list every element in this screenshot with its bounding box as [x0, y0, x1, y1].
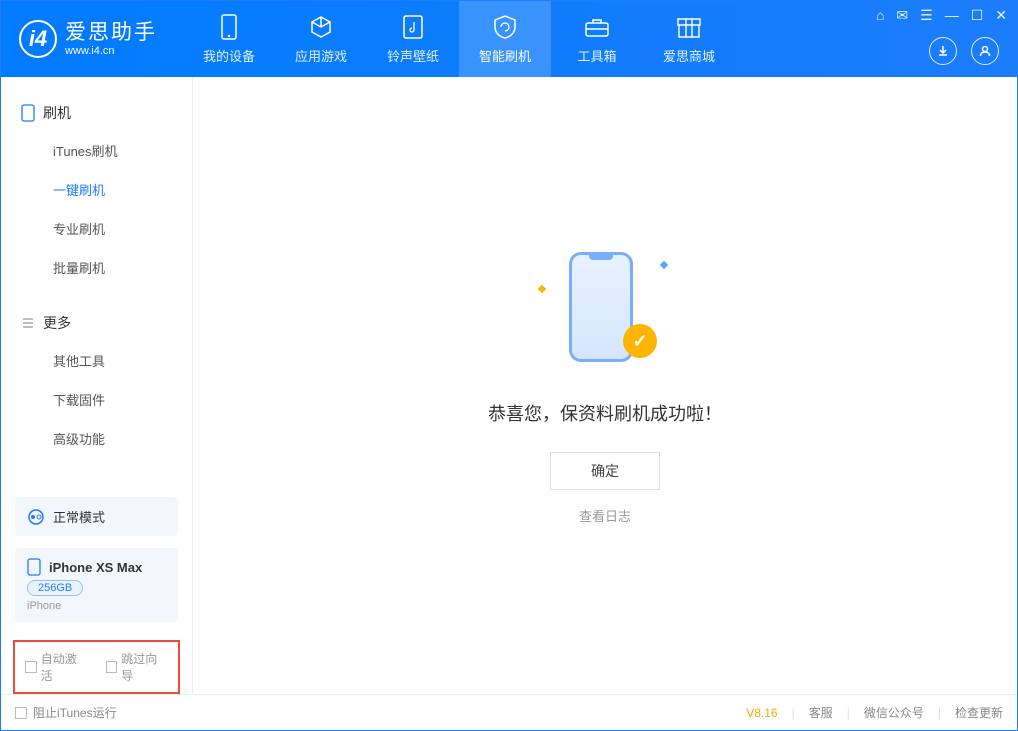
device-capacity: 256GB [27, 580, 83, 596]
sidebar-item-advanced[interactable]: 高级功能 [1, 419, 192, 458]
maximize-button[interactable]: ☐ [971, 7, 984, 24]
nav-ringtones[interactable]: 铃声壁纸 [367, 1, 459, 77]
device-icon [216, 14, 242, 40]
success-illustration: ✓ [545, 246, 665, 376]
app-header: i4 爱思助手 www.i4.cn 我的设备 应用游戏 铃声壁纸 智能刷机 工具… [1, 1, 1017, 77]
sidebar-section-flash: 刷机 [1, 95, 192, 131]
skip-guide-checkbox[interactable]: 跳过向导 [106, 650, 169, 684]
mode-status-card[interactable]: 正常模式 [15, 497, 178, 536]
success-message: 恭喜您，保资料刷机成功啦！ [488, 400, 722, 426]
block-itunes-checkbox[interactable]: 阻止iTunes运行 [15, 704, 117, 721]
phone-icon [21, 104, 35, 122]
top-nav: 我的设备 应用游戏 铃声壁纸 智能刷机 工具箱 爱思商城 [183, 1, 735, 77]
device-card[interactable]: iPhone XS Max 256GB iPhone [15, 548, 178, 622]
nav-label: 应用游戏 [295, 46, 347, 65]
window-controls: ⌂ ✉ ☰ — ☐ ✕ [876, 7, 1007, 24]
feedback-icon[interactable]: ✉ [896, 7, 908, 24]
logo-icon: i4 [19, 20, 57, 58]
account-button[interactable] [971, 37, 999, 65]
sidebar-item-pro-flash[interactable]: 专业刷机 [1, 209, 192, 248]
status-bar: 阻止iTunes运行 V8.16 | 客服 | 微信公众号 | 检查更新 [1, 694, 1017, 730]
support-link[interactable]: 客服 [809, 704, 833, 721]
wechat-link[interactable]: 微信公众号 [864, 704, 924, 721]
cube-icon [308, 14, 334, 40]
nav-label: 智能刷机 [479, 46, 531, 65]
sidebar-item-oneclick-flash[interactable]: 一键刷机 [1, 170, 192, 209]
download-button[interactable] [929, 37, 957, 65]
nav-label: 我的设备 [203, 46, 255, 65]
nav-label: 爱思商城 [663, 46, 715, 65]
sidebar: 刷机 iTunes刷机 一键刷机 专业刷机 批量刷机 更多 其他工具 下载固件 … [1, 77, 193, 694]
nav-my-device[interactable]: 我的设备 [183, 1, 275, 77]
app-subtitle: www.i4.cn [65, 45, 157, 57]
view-log-link[interactable]: 查看日志 [579, 506, 631, 525]
logo: i4 爱思助手 www.i4.cn [1, 20, 175, 58]
tshirt-icon[interactable]: ⌂ [876, 7, 884, 24]
list-icon [21, 316, 35, 330]
ok-button[interactable]: 确定 [550, 452, 660, 490]
nav-store[interactable]: 爱思商城 [643, 1, 735, 77]
main-content: ✓ 恭喜您，保资料刷机成功啦！ 确定 查看日志 [193, 77, 1017, 694]
menu-icon[interactable]: ☰ [920, 7, 933, 24]
app-title: 爱思助手 [65, 21, 157, 44]
sidebar-section-more: 更多 [1, 305, 192, 341]
device-name: iPhone XS Max [49, 560, 142, 575]
check-icon: ✓ [623, 324, 657, 358]
nav-apps[interactable]: 应用游戏 [275, 1, 367, 77]
auto-activate-checkbox[interactable]: 自动激活 [25, 650, 88, 684]
toolbox-icon [584, 14, 610, 40]
version-label: V8.16 [746, 706, 777, 720]
store-icon [676, 14, 702, 40]
mode-label: 正常模式 [53, 507, 105, 526]
nav-label: 铃声壁纸 [387, 46, 439, 65]
device-type: iPhone [27, 600, 166, 612]
nav-flash[interactable]: 智能刷机 [459, 1, 551, 77]
sync-icon [27, 508, 45, 526]
nav-toolbox[interactable]: 工具箱 [551, 1, 643, 77]
sidebar-item-other-tools[interactable]: 其他工具 [1, 341, 192, 380]
close-button[interactable]: ✕ [995, 7, 1007, 24]
phone-icon [27, 558, 41, 576]
refresh-shield-icon [492, 14, 518, 40]
minimize-button[interactable]: — [945, 7, 959, 24]
sidebar-item-download-firmware[interactable]: 下载固件 [1, 380, 192, 419]
nav-label: 工具箱 [577, 46, 616, 65]
music-file-icon [400, 14, 426, 40]
check-update-link[interactable]: 检查更新 [955, 704, 1003, 721]
sidebar-item-itunes-flash[interactable]: iTunes刷机 [1, 131, 192, 170]
flash-options-row: 自动激活 跳过向导 [13, 640, 180, 694]
sidebar-item-batch-flash[interactable]: 批量刷机 [1, 248, 192, 287]
